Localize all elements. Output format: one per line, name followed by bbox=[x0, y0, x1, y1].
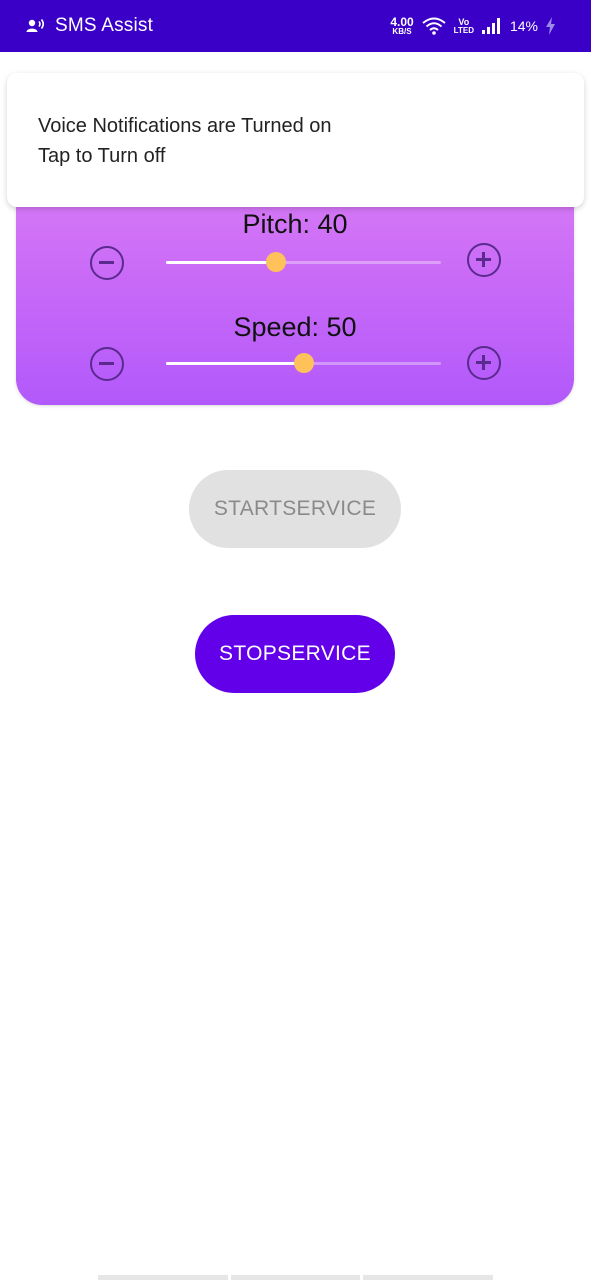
start-service-button[interactable]: STARTSERVICE bbox=[189, 470, 401, 548]
app-title: SMS Assist bbox=[55, 15, 154, 36]
navigation-bar-hint bbox=[98, 1275, 494, 1280]
pitch-slider-thumb[interactable] bbox=[266, 252, 286, 272]
pitch-slider-fill bbox=[166, 261, 276, 264]
nav-hint-segment bbox=[363, 1275, 494, 1280]
signal-icon bbox=[481, 18, 500, 34]
volte-bottom-text: LTED bbox=[453, 25, 474, 35]
speed-slider[interactable] bbox=[166, 353, 441, 373]
nav-hint-segment bbox=[98, 1275, 228, 1280]
voice-notification-popup[interactable]: Voice Notifications are Turned on Tap to… bbox=[7, 73, 584, 207]
speed-decrease-button[interactable] bbox=[90, 347, 124, 381]
speed-label: Speed: 50 bbox=[233, 312, 357, 342]
status-bar-right: 4.00 KB/S Vo LTED 14% bbox=[390, 0, 555, 52]
network-speed-unit: KB/S bbox=[392, 27, 412, 36]
pitch-label: Pitch: 40 bbox=[242, 209, 348, 239]
pitch-slider[interactable] bbox=[166, 252, 441, 272]
voice-notification-icon bbox=[26, 19, 45, 32]
status-bar: SMS Assist 4.00 KB/S Vo LTED 14% bbox=[0, 0, 591, 52]
status-bar-left: SMS Assist bbox=[26, 0, 153, 52]
pitch-decrease-button[interactable] bbox=[90, 246, 124, 280]
stop-service-button[interactable]: STOPSERVICE bbox=[195, 615, 395, 693]
nav-hint-segment bbox=[230, 1275, 361, 1280]
notification-action-text: Tap to Turn off bbox=[38, 145, 166, 167]
pitch-increase-button[interactable] bbox=[467, 243, 501, 277]
charging-icon bbox=[546, 17, 555, 35]
network-speed: 4.00 KB/S bbox=[390, 16, 413, 36]
notification-message: Voice Notifications are Turned on bbox=[38, 115, 332, 137]
speed-slider-fill bbox=[166, 362, 304, 365]
battery-level: 14% bbox=[509, 18, 538, 34]
speed-slider-thumb[interactable] bbox=[293, 353, 314, 373]
speed-increase-button[interactable] bbox=[467, 346, 501, 380]
volte-indicator: Vo LTED bbox=[453, 17, 474, 35]
wifi-icon bbox=[422, 17, 446, 35]
